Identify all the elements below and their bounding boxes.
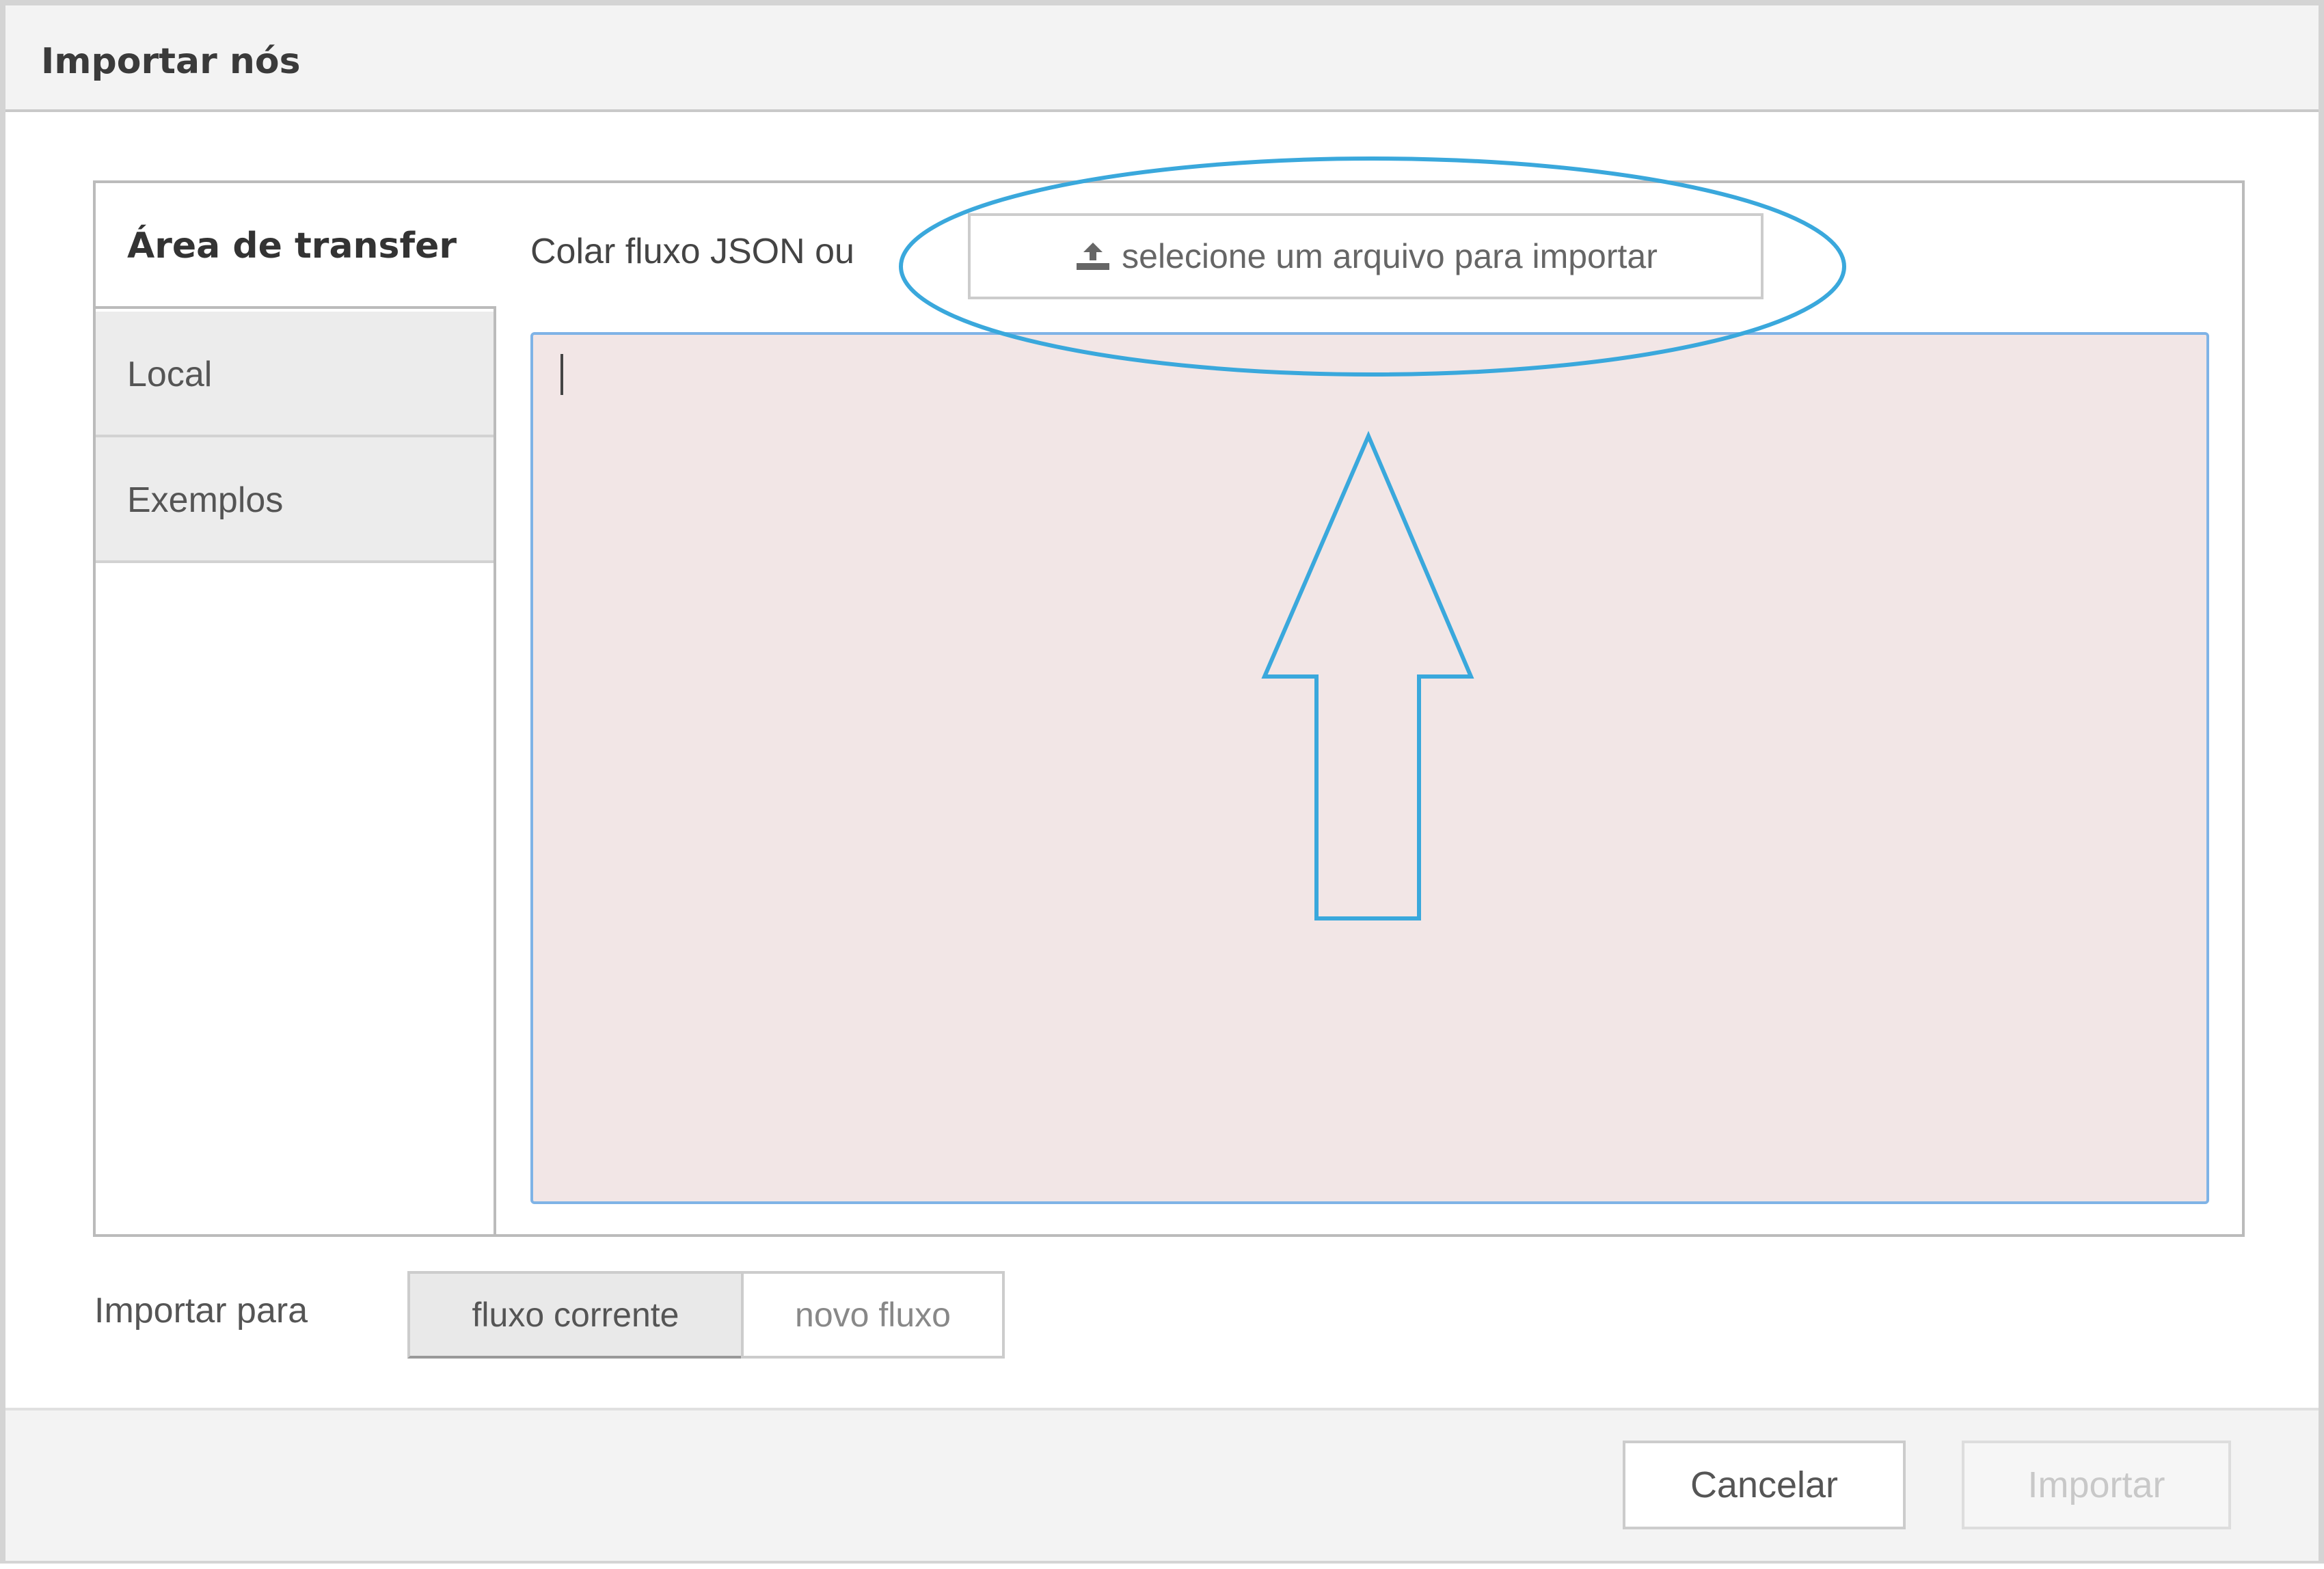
select-file-label: selecione um arquivo para importar [1122, 237, 1658, 275]
dialog-titlebar: Importar nós [5, 5, 2319, 112]
upload-icon [1074, 241, 1112, 271]
import-target-label: Importar para [94, 1291, 308, 1331]
tab-local[interactable]: Local [96, 312, 494, 437]
text-cursor [560, 354, 563, 395]
tab-examples[interactable]: Exemplos [96, 437, 494, 563]
import-panel: Área de transfer Local Exemplos Colar fl… [93, 180, 2245, 1237]
import-current-flow-toggle[interactable]: fluxo corrente [407, 1271, 741, 1359]
import-nodes-dialog: Importar nós Área de transfer Local Exem… [0, 0, 2324, 1564]
import-new-flow-toggle[interactable]: novo fluxo [741, 1271, 1005, 1359]
paste-json-label: Colar fluxo JSON ou [530, 232, 854, 271]
tab-clipboard[interactable]: Área de transfer [96, 183, 496, 309]
import-button[interactable]: Importar [1962, 1441, 2231, 1529]
dialog-title: Importar nós [41, 41, 301, 82]
json-input[interactable] [530, 332, 2209, 1204]
cancel-button[interactable]: Cancelar [1623, 1441, 1906, 1529]
source-tabs: Área de transfer Local Exemplos [96, 183, 496, 1234]
select-file-button[interactable]: selecione um arquivo para importar [968, 213, 1764, 299]
